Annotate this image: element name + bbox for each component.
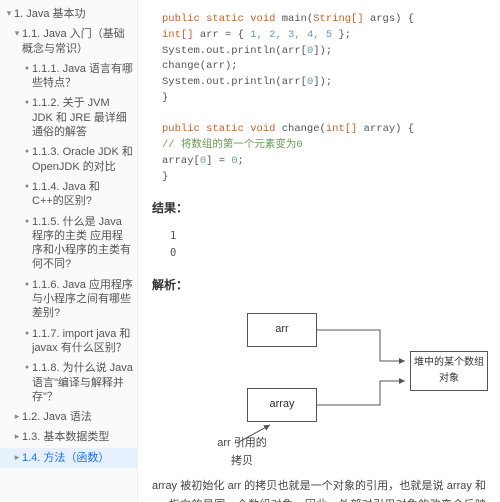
code-block-1: public static void main(String[] args) {… — [152, 8, 486, 189]
sidebar-item-label: 1.1. Java 入门（基础概念与常识） — [22, 27, 133, 56]
sidebar-item-label: 1.2. Java 语法 — [22, 410, 133, 424]
sidebar-item-1[interactable]: ▾1.1. Java 入门（基础概念与常识） — [0, 24, 137, 59]
diagram-box-arr: arr — [247, 313, 317, 347]
caret-right-icon: ▸ — [12, 410, 22, 423]
sidebar-item-label: 1.1.8. 为什么说 Java 语言"编译与解释并存"？ — [32, 361, 133, 404]
caret-down-icon: ▾ — [4, 7, 14, 20]
bullet-icon: ● — [22, 96, 32, 107]
sidebar-item-9[interactable]: ●1.1.8. 为什么说 Java 语言"编译与解释并存"？ — [0, 358, 137, 407]
sidebar-item-8[interactable]: ●1.1.7. import java 和 javax 有什么区别？ — [0, 324, 137, 359]
sidebar-item-label: 1.1.3. Oracle JDK 和 OpenJDK 的对比 — [32, 145, 133, 174]
sidebar-item-label: 1.1.1. Java 语言有哪些特点？ — [32, 62, 133, 91]
sidebar-item-label: 1.1.6. Java 应用程序与小程序之间有哪些差别? — [32, 278, 133, 321]
sidebar: ▾1. Java 基本功▾1.1. Java 入门（基础概念与常识）●1.1.1… — [0, 0, 138, 502]
sidebar-item-2[interactable]: ●1.1.1. Java 语言有哪些特点？ — [0, 59, 137, 94]
sidebar-item-label: 1.4. 方法（函数） — [22, 451, 133, 465]
sidebar-item-7[interactable]: ●1.1.6. Java 应用程序与小程序之间有哪些差别? — [0, 275, 137, 324]
bullet-icon: ● — [22, 327, 32, 338]
sidebar-item-label: 1. Java 基本功 — [14, 7, 133, 21]
caret-down-icon: ▾ — [12, 27, 22, 40]
sidebar-item-11[interactable]: ▸1.3. 基本数据类型 — [0, 427, 137, 447]
caret-right-icon: ▸ — [12, 430, 22, 443]
sidebar-item-label: 1.1.2. 关于 JVM JDK 和 JRE 最详细通俗的解答 — [32, 96, 133, 139]
sidebar-item-5[interactable]: ●1.1.4. Java 和 C++的区别? — [0, 177, 137, 212]
diagram: arr array 堆中的某个数组对象 arr 引用的拷贝 — [152, 303, 486, 463]
sidebar-item-label: 1.1.7. import java 和 javax 有什么区别？ — [32, 327, 133, 356]
sidebar-item-12[interactable]: ▸1.4. 方法（函数） — [0, 448, 137, 468]
bullet-icon: ● — [22, 62, 32, 73]
sidebar-item-label: 1.3. 基本数据类型 — [22, 430, 133, 444]
diagram-box-heap: 堆中的某个数组对象 — [410, 351, 488, 391]
sidebar-item-3[interactable]: ●1.1.2. 关于 JVM JDK 和 JRE 最详细通俗的解答 — [0, 93, 137, 142]
bullet-icon: ● — [22, 278, 32, 289]
sidebar-item-4[interactable]: ●1.1.3. Oracle JDK 和 OpenJDK 的对比 — [0, 142, 137, 177]
bullet-icon: ● — [22, 145, 32, 156]
bullet-icon: ● — [22, 361, 32, 372]
sidebar-item-6[interactable]: ●1.1.5. 什么是 Java 程序的主类 应用程序和小程序的主类有何不同? — [0, 212, 137, 275]
result-heading: 结果： — [152, 199, 486, 218]
caret-right-icon: ▸ — [12, 451, 22, 464]
sidebar-item-10[interactable]: ▸1.2. Java 语法 — [0, 407, 137, 427]
paragraph-1: array 被初始化 arr 的拷贝也就是一个对象的引用，也就是说 array … — [152, 477, 486, 502]
sidebar-item-label: 1.1.4. Java 和 C++的区别? — [32, 180, 133, 209]
output: 1 0 — [152, 224, 486, 266]
bullet-icon: ● — [22, 215, 32, 226]
sidebar-item-label: 1.1.5. 什么是 Java 程序的主类 应用程序和小程序的主类有何不同? — [32, 215, 133, 272]
explain-heading: 解析： — [152, 276, 486, 295]
main-content: public static void main(String[] args) {… — [138, 0, 500, 502]
diagram-box-array: array — [247, 388, 317, 422]
sidebar-item-0[interactable]: ▾1. Java 基本功 — [0, 4, 137, 24]
bullet-icon: ● — [22, 180, 32, 191]
diagram-label-copy: arr 引用的拷贝 — [214, 435, 270, 470]
